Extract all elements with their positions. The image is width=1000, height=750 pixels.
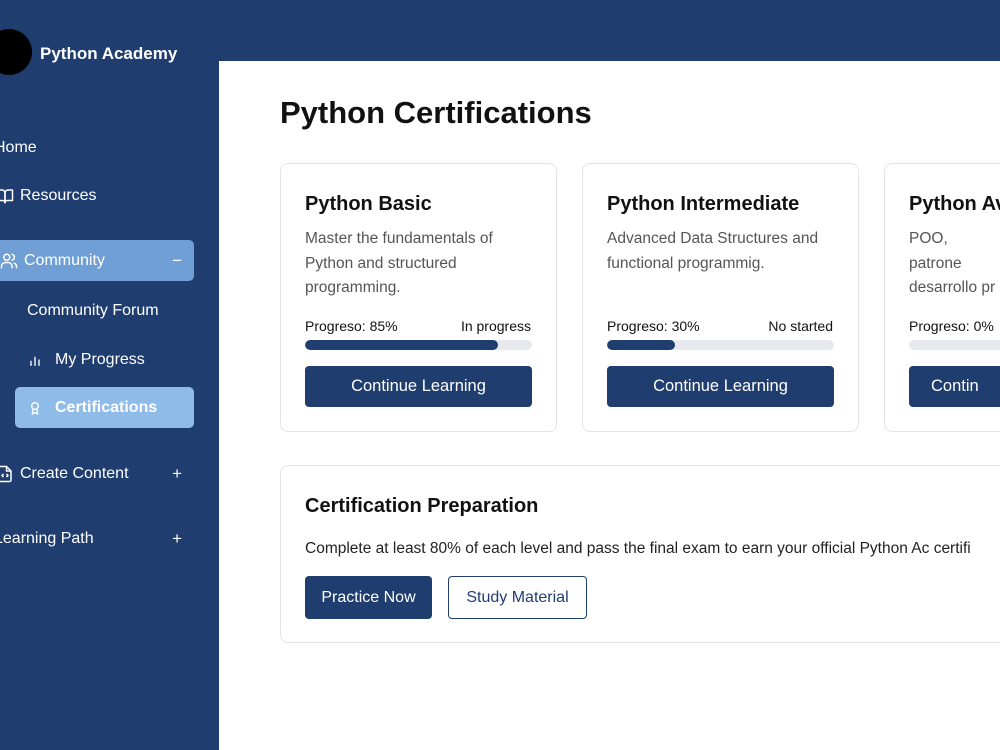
award-icon (27, 399, 43, 417)
progress-label: Progreso: 85% (305, 318, 398, 334)
expand-icon[interactable]: + (172, 529, 182, 549)
continue-learning-button[interactable]: Continue Learning (607, 366, 834, 407)
progress-status: No started (768, 318, 833, 334)
sidebar-item-learning-path[interactable]: Learning Path + (0, 528, 194, 550)
sidebar-item-label: Certifications (55, 398, 158, 416)
top-bar (219, 0, 1000, 61)
card-description: Advanced Data Structures and functional … (607, 230, 819, 272)
progress-bar (607, 340, 834, 350)
preparation-text: Complete at least 80% of each level and … (305, 540, 971, 557)
practice-now-button[interactable]: Practice Now (305, 576, 432, 619)
main-content: Python Certifications Python Basic Maste… (219, 61, 1000, 750)
progress-label: Progreso: 30% (607, 318, 700, 334)
certification-preparation-panel: Certification Preparation Complete at le… (280, 465, 1000, 643)
sidebar-item-label: Community (24, 251, 105, 269)
progress-status: In progress (460, 318, 531, 334)
card-description: Master the fundamentals of Python and st… (305, 230, 493, 296)
sidebar-item-community-forum[interactable]: Community Forum (27, 300, 159, 322)
certification-card-intermediate: Python Intermediate Advanced Data Struct… (582, 163, 859, 432)
section-title: Certification Preparation (305, 495, 539, 517)
book-icon (0, 187, 14, 205)
bar-chart-icon (27, 351, 43, 369)
sidebar-item-home[interactable]: Home (0, 137, 37, 159)
progress-bar (305, 340, 532, 350)
sidebar-item-create-content[interactable]: Create Content + (0, 463, 194, 485)
study-material-button[interactable]: Study Material (448, 576, 587, 619)
sidebar-item-label: Create Content (20, 465, 129, 482)
progress-bar (909, 340, 1000, 350)
sidebar-item-resources[interactable]: Resources (0, 185, 96, 207)
expand-icon[interactable]: + (172, 464, 182, 484)
sidebar-item-certifications[interactable]: Certifications (15, 387, 194, 428)
users-icon (0, 252, 18, 270)
card-description: POO, patrone desarrollo pr (909, 230, 996, 296)
continue-learning-button[interactable]: Continue Learning (305, 366, 532, 407)
progress-fill (305, 340, 498, 350)
sidebar-item-label: My Progress (55, 351, 145, 368)
sidebar-item-label: Resources (20, 187, 97, 204)
continue-learning-button[interactable]: Contin (909, 366, 1000, 407)
sidebar-item-label: Learning Path (0, 530, 94, 547)
progress-fill (607, 340, 676, 350)
progress-label: Progreso: 0% (909, 318, 994, 334)
certification-card-advanced: Python Av POO, patrone desarrollo pr Pro… (884, 163, 1000, 432)
sidebar-item-label: Community Forum (27, 302, 159, 319)
card-title: Python Av (909, 193, 1000, 215)
page-title: Python Certifications (280, 95, 592, 130)
card-title: Python Basic (305, 193, 432, 215)
sidebar-item-community[interactable]: Community − (0, 240, 194, 281)
certification-card-basic: Python Basic Master the fundamentals of … (280, 163, 557, 432)
sidebar-item-my-progress[interactable]: My Progress (27, 349, 145, 371)
card-title: Python Intermediate (607, 193, 800, 215)
sidebar-item-label: Home (0, 139, 37, 156)
sidebar: Python Academy Home Resources Community … (0, 0, 219, 750)
code-file-icon (0, 465, 14, 483)
brand-name: Python Academy (40, 44, 178, 63)
collapse-icon[interactable]: − (172, 251, 182, 271)
logo-icon (0, 29, 32, 75)
